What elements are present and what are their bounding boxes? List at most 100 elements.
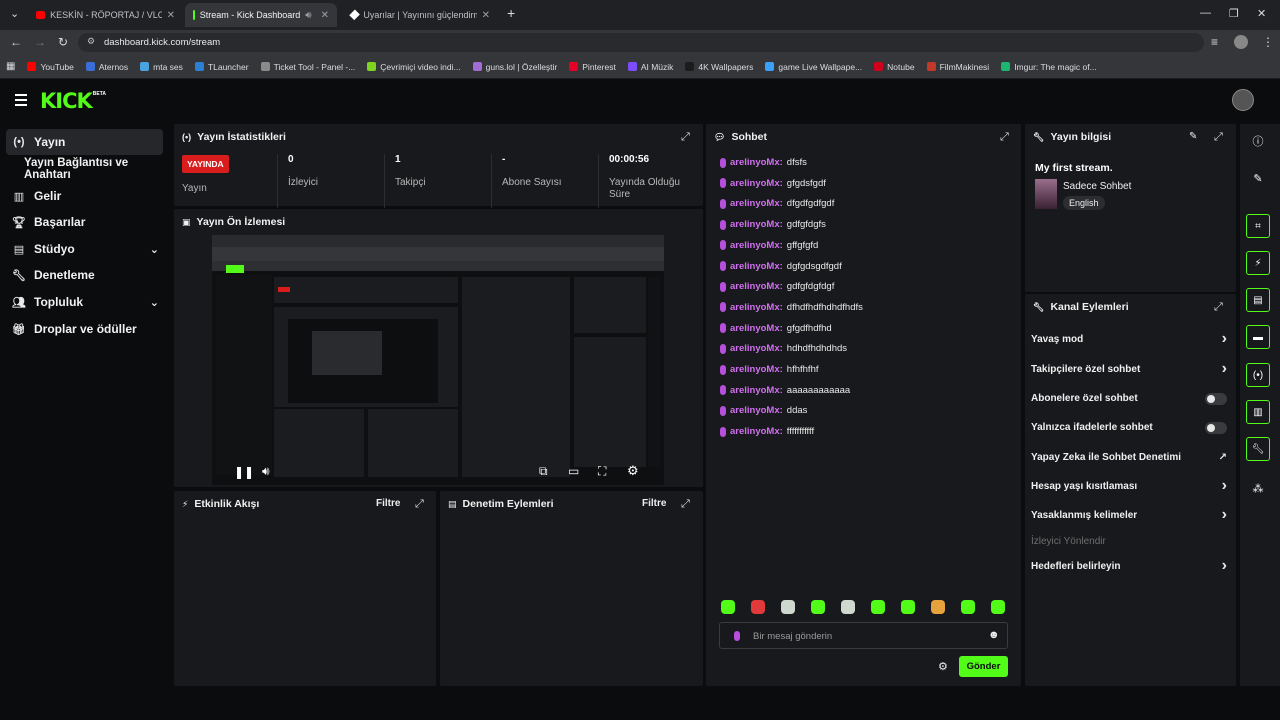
bookmark-item[interactable]: Pinterest: [569, 62, 616, 72]
channel-action-item[interactable]: Yapay Zeka ile Sohbet Denetimi ↗: [1031, 452, 1227, 463]
chat-message[interactable]: arelinyoMx: gdfgfdgfdgf: [720, 281, 834, 292]
sidebar-item-denetleme[interactable]: 🔧︎ Denetleme: [6, 262, 163, 288]
bookmark-item[interactable]: FilmMakinesi: [926, 62, 989, 72]
expand-icon[interactable]: ⤢: [681, 498, 690, 511]
expand-icon[interactable]: ⤢: [681, 131, 690, 144]
emote-icon[interactable]: [961, 600, 975, 614]
chat-message[interactable]: arelinyoMx: dgfgdsgdfgdf: [720, 261, 842, 272]
toggle-switch[interactable]: [1205, 421, 1227, 434]
edit-pencil-icon[interactable]: ✎: [1246, 166, 1270, 190]
close-window-icon[interactable]: ✕: [1257, 7, 1266, 20]
hamburger-menu-icon[interactable]: [15, 94, 27, 106]
chat-username[interactable]: arelinyoMx:: [730, 261, 783, 272]
channel-action-item[interactable]: Hesap yaşı kısıtlaması ›: [1031, 477, 1227, 494]
emote-icon[interactable]: [871, 600, 885, 614]
bookmark-item[interactable]: Ticket Tool - Panel -...: [260, 62, 355, 72]
kick-logo[interactable]: KICK BETA: [40, 89, 106, 113]
back-icon[interactable]: ←: [10, 35, 22, 49]
emote-icon[interactable]: [991, 600, 1005, 614]
chat-bubble-icon[interactable]: ▬: [1246, 325, 1270, 349]
bookmark-item[interactable]: YouTube: [27, 62, 74, 72]
wrench-icon[interactable]: 🔧︎: [1246, 437, 1270, 461]
maximize-icon[interactable]: ❐: [1229, 7, 1239, 20]
emote-icon[interactable]: [811, 600, 825, 614]
lightning-icon[interactable]: ⚡︎: [1246, 251, 1270, 275]
bookmark-item[interactable]: TLauncher: [194, 62, 249, 72]
sidebar-item-basarilar[interactable]: 🏆︎ Başarılar: [6, 209, 163, 235]
browser-tab-keskin[interactable]: KESKİN - RÖPORTAJ / VLOG - F ✕: [28, 3, 183, 27]
sidebar-item-gelir[interactable]: ▥ Gelir: [6, 183, 163, 209]
emote-icon[interactable]: [901, 600, 915, 614]
channel-action-item[interactable]: Yasaklanmış kelimeler ›: [1031, 506, 1227, 523]
chat-username[interactable]: arelinyoMx:: [730, 302, 783, 313]
chat-username[interactable]: arelinyoMx:: [730, 198, 783, 209]
channel-action-item[interactable]: Hedefleri belirleyin ›: [1031, 557, 1227, 574]
sidebar-item-topluluk[interactable]: 👥︎ Topluluk ⌄: [6, 289, 163, 315]
expand-icon[interactable]: ⤢: [1214, 131, 1223, 144]
chat-username[interactable]: arelinyoMx:: [730, 178, 783, 189]
chat-username[interactable]: arelinyoMx:: [730, 364, 783, 375]
emote-icon[interactable]: [931, 600, 945, 614]
minimize-icon[interactable]: —: [1200, 7, 1211, 19]
chat-username[interactable]: arelinyoMx:: [730, 426, 783, 437]
filter-button[interactable]: Filtre: [642, 498, 666, 509]
chat-settings-gear-icon[interactable]: ⚙: [938, 660, 948, 673]
chat-username[interactable]: arelinyoMx:: [730, 157, 783, 168]
chat-message[interactable]: arelinyoMx: aaaaaaaaaaaa: [720, 385, 850, 396]
chat-username[interactable]: arelinyoMx:: [730, 405, 783, 416]
close-tab-icon[interactable]: ✕: [482, 10, 490, 21]
settings-gear-icon[interactable]: ⚙: [627, 463, 639, 479]
info-icon[interactable]: ⓘ: [1246, 129, 1270, 153]
chat-message[interactable]: arelinyoMx: dfsfs: [720, 157, 807, 168]
chat-message[interactable]: arelinyoMx: gdfgfdgfs: [720, 219, 826, 230]
emote-icon[interactable]: [751, 600, 765, 614]
bookmark-item[interactable]: 4K Wallpapers: [685, 62, 753, 72]
channel-action-item[interactable]: Abonelere özel sohbet: [1031, 392, 1227, 405]
send-button[interactable]: Gönder: [959, 656, 1008, 677]
chat-message[interactable]: arelinyoMx: dfgdfgdfgdf: [720, 198, 834, 209]
bookmark-item[interactable]: Çevrimiçi video indi...: [367, 62, 461, 72]
site-info-icon[interactable]: ⚙: [87, 36, 95, 47]
bookmark-item[interactable]: Imgur: The magic of...: [1001, 62, 1097, 72]
bookmark-item[interactable]: AI Müzik: [627, 62, 673, 72]
new-tab-icon[interactable]: +: [507, 5, 515, 21]
chat-input[interactable]: Bir mesaj gönderin ☻: [719, 622, 1008, 649]
sidebar-item-stream-key[interactable]: Yayın Bağlantısı ve Anahtarı: [6, 156, 176, 182]
chat-message[interactable]: arelinyoMx: ddas: [720, 405, 807, 416]
pip-icon[interactable]: ⧉: [539, 464, 548, 479]
url-field[interactable]: ⚙ dashboard.kick.com/stream: [78, 33, 1204, 52]
chat-message[interactable]: arelinyoMx: gfgdfhdfhd: [720, 323, 832, 334]
media-icon[interactable]: ≡: [1211, 35, 1218, 49]
sidebar-item-studyo[interactable]: ▤ Stüdyo ⌄: [6, 236, 163, 262]
emote-icon[interactable]: [781, 600, 795, 614]
chat-message[interactable]: arelinyoMx: hdhdfhdhdhds: [720, 343, 847, 354]
chat-username[interactable]: arelinyoMx:: [730, 343, 783, 354]
layout-icon[interactable]: ▥: [1246, 400, 1270, 424]
broadcast-icon[interactable]: (•): [1246, 363, 1270, 387]
emote-icon[interactable]: [721, 600, 735, 614]
edit-pencil-icon[interactable]: ✎: [1189, 131, 1197, 142]
video-player[interactable]: ❚❚ 🔊︎ ⧉ ▭ ⛶ ⚙: [212, 235, 664, 485]
channel-action-item[interactable]: Takipçilere özel sohbet ›: [1031, 360, 1227, 377]
pause-icon[interactable]: ❚❚: [234, 465, 254, 479]
chat-username[interactable]: arelinyoMx:: [730, 323, 783, 334]
chat-message[interactable]: arelinyoMx: gfgdsfgdf: [720, 178, 826, 189]
chat-username[interactable]: arelinyoMx:: [730, 281, 783, 292]
close-tab-icon[interactable]: ✕: [321, 10, 329, 21]
filter-button[interactable]: Filtre: [376, 498, 400, 509]
volume-icon[interactable]: 🔊︎: [262, 464, 270, 479]
expand-icon[interactable]: ⤢: [415, 498, 424, 511]
chat-message[interactable]: arelinyoMx: dfhdfhdfhdhdfhdfs: [720, 302, 863, 313]
chat-message[interactable]: arelinyoMx: fffffffffff: [720, 426, 814, 437]
close-tab-icon[interactable]: ✕: [167, 10, 175, 21]
fullscreen-icon[interactable]: ⛶: [598, 464, 606, 479]
bookmark-item[interactable]: guns.lol | Özelleştir: [472, 62, 557, 72]
clipboard-icon[interactable]: ▤: [1246, 288, 1270, 312]
sidebar-item-droplar[interactable]: 🎁︎ Droplar ve ödüller: [6, 316, 163, 342]
bookmark-item[interactable]: Aternos: [85, 62, 128, 72]
profile-avatar[interactable]: [1234, 35, 1248, 49]
clip-capture-icon[interactable]: ⌗: [1246, 214, 1270, 238]
reload-icon[interactable]: ↻: [58, 35, 68, 49]
chat-username[interactable]: arelinyoMx:: [730, 240, 783, 251]
user-avatar[interactable]: [1232, 89, 1254, 111]
